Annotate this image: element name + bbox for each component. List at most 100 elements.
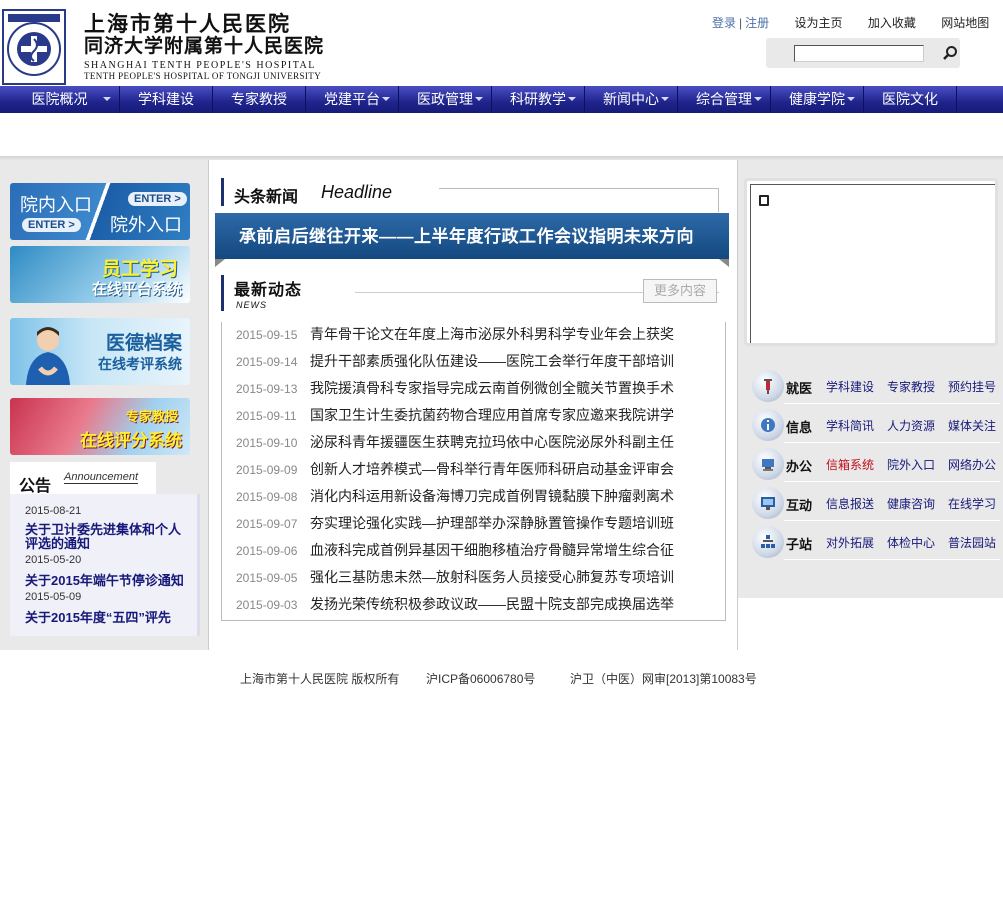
nav-item[interactable]: 专家教授 bbox=[213, 86, 306, 113]
service-link[interactable]: 媒体关注 bbox=[948, 417, 996, 434]
news-link[interactable]: 国家卫生计生委抗菌药物合理应用首席专家应邀来我院讲学 bbox=[310, 407, 674, 423]
news-item[interactable]: 2015-09-06 血液科完成首例异基因干细胞移植治疗骨髓异常增生综合征 bbox=[236, 540, 674, 560]
staff-learning-title: 员工学习 bbox=[101, 259, 178, 280]
announcement-date: 2015-05-20 bbox=[25, 554, 82, 566]
outer-entry-label[interactable]: 院外入口 bbox=[110, 211, 182, 237]
news-date: 2015-09-15 bbox=[236, 328, 298, 342]
news-item[interactable]: 2015-09-10 泌尿科青年援疆医生获聘克拉玛依中心医院泌尿外科副主任 bbox=[236, 432, 674, 452]
dropdown-arrow-icon bbox=[103, 97, 111, 101]
outer-enter-button[interactable]: ENTER > bbox=[128, 192, 187, 206]
register-link[interactable]: 注册 bbox=[745, 14, 769, 31]
add-favorite-link[interactable]: 加入收藏 bbox=[868, 14, 916, 31]
entry-banner[interactable]: 院内入口 ENTER > ENTER > 院外入口 bbox=[10, 183, 190, 240]
service-link[interactable]: 体检中心 bbox=[887, 534, 935, 551]
dropdown-arrow-icon bbox=[754, 97, 762, 101]
announcement-list[interactable]: 2015-08-21 关于卫计委先进集体和个人评选的通知 2015-05-20 … bbox=[10, 494, 200, 636]
inner-enter-button[interactable]: ENTER > bbox=[22, 218, 81, 232]
nav-item[interactable]: 医院文化 bbox=[864, 86, 957, 113]
service-row: 子站 对外拓展 体检中心 普法园站 bbox=[748, 524, 1000, 560]
search-icon[interactable] bbox=[942, 45, 958, 61]
news-date: 2015-09-13 bbox=[236, 382, 298, 396]
notice-icon bbox=[759, 195, 769, 206]
news-link[interactable]: 血液科完成首例异基因干细胞移植治疗骨髓异常增生综合征 bbox=[310, 542, 674, 558]
news-date: 2015-09-09 bbox=[236, 463, 298, 477]
nav-item[interactable]: 医院概况 bbox=[0, 86, 120, 113]
more-news-button[interactable]: 更多内容 bbox=[643, 279, 717, 303]
news-link[interactable]: 发扬光荣传统积极参政议政——民盟十院支部完成换届选举 bbox=[310, 596, 674, 612]
expert-rating-banner[interactable]: 专家教授 在线评分系统 bbox=[10, 398, 190, 455]
notice-frame bbox=[750, 184, 995, 343]
news-item[interactable]: 2015-09-05 强化三基防患未然—放射科医务人员接受心肺复苏专项培训 bbox=[236, 567, 674, 587]
icp-link[interactable]: 沪ICP备06006780号 bbox=[426, 670, 535, 687]
news-date: 2015-09-07 bbox=[236, 517, 298, 531]
inner-entry-label[interactable]: 院内入口 bbox=[20, 191, 92, 217]
service-link[interactable]: 学科建设 bbox=[826, 378, 874, 395]
service-link[interactable]: 信箱系统 bbox=[826, 456, 874, 473]
login-link[interactable]: 登录 bbox=[712, 14, 736, 31]
news-item[interactable]: 2015-09-09 创新人才培养模式—骨科举行青年医师科研启动基金评审会 bbox=[236, 459, 674, 479]
announcement-link[interactable]: 关于2015年度“五四”评先 bbox=[25, 611, 190, 625]
header-band bbox=[0, 113, 1003, 156]
news-item[interactable]: 2015-09-08 消化内科运用新设备海博刀完成首例胃镜黏膜下肿瘤剥离术 bbox=[236, 486, 674, 506]
nav-item[interactable]: 科研教学 bbox=[492, 86, 585, 113]
service-link[interactable]: 学科简讯 bbox=[826, 417, 874, 434]
service-link[interactable]: 院外入口 bbox=[887, 456, 935, 473]
news-date: 2015-09-03 bbox=[236, 598, 298, 612]
service-link[interactable]: 对外拓展 bbox=[826, 534, 874, 551]
nav-item[interactable]: 新闻中心 bbox=[585, 86, 678, 113]
search-input[interactable] bbox=[794, 45, 924, 62]
service-link[interactable]: 预约挂号 bbox=[948, 378, 996, 395]
news-link[interactable]: 提升干部素质强化队伍建设——医院工会举行年度干部培训 bbox=[310, 353, 674, 369]
service-link[interactable]: 普法园站 bbox=[948, 534, 996, 551]
news-link[interactable]: 强化三基防患未然—放射科医务人员接受心肺复苏专项培训 bbox=[310, 569, 674, 585]
hospital-logo[interactable] bbox=[2, 9, 66, 85]
news-item[interactable]: 2015-09-11 国家卫生计生委抗菌药物合理应用首席专家应邀来我院讲学 bbox=[236, 405, 674, 425]
nav-item-label: 医政管理 bbox=[417, 91, 473, 107]
news-link[interactable]: 夯实理论强化实践—护理部举办深静脉置管操作专题培训班 bbox=[310, 515, 674, 531]
service-row: 互动 信息报送 健康咨询 在线学习 bbox=[748, 485, 1000, 521]
notice-box bbox=[744, 178, 998, 346]
service-link[interactable]: 在线学习 bbox=[948, 495, 996, 512]
headline-banner[interactable]: 承前启后继往开来——上半年度行政工作会议指明未来方向 bbox=[215, 213, 729, 267]
sitemap-link[interactable]: 网站地图 bbox=[941, 14, 989, 31]
service-label: 子站 bbox=[786, 537, 813, 552]
news-link[interactable]: 创新人才培养模式—骨科举行青年医师科研启动基金评审会 bbox=[310, 461, 674, 477]
service-link[interactable]: 信息报送 bbox=[826, 495, 874, 512]
expert-rating-subtitle: 在线评分系统 bbox=[80, 431, 182, 450]
nav-item[interactable]: 医政管理 bbox=[399, 86, 492, 113]
announcement-link[interactable]: 关于卫计委先进集体和个人评选的通知 bbox=[25, 523, 190, 551]
nav-item[interactable]: 健康学院 bbox=[771, 86, 864, 113]
news-list: 2015-09-15 青年骨干论文在年度上海市泌尿外科男科学专业年会上获奖 2015… bbox=[221, 322, 726, 621]
news-title: 最新动态 bbox=[234, 282, 303, 299]
news-link[interactable]: 泌尿科青年援疆医生获聘克拉玛依中心医院泌尿外科副主任 bbox=[310, 434, 674, 450]
search-box bbox=[766, 38, 960, 68]
news-link[interactable]: 消化内科运用新设备海博刀完成首例胃镜黏膜下肿瘤剥离术 bbox=[310, 488, 674, 504]
news-date: 2015-09-05 bbox=[236, 571, 298, 585]
nurse-image bbox=[26, 327, 70, 385]
headline-text[interactable]: 承前启后继往开来——上半年度行政工作会议指明未来方向 bbox=[239, 222, 694, 247]
dropdown-arrow-icon bbox=[661, 97, 669, 101]
service-link[interactable]: 人力资源 bbox=[887, 417, 935, 434]
news-date: 2015-09-08 bbox=[236, 490, 298, 504]
nav-item[interactable]: 学科建设 bbox=[120, 86, 213, 113]
service-link[interactable]: 网络办公 bbox=[948, 456, 996, 473]
news-item[interactable]: 2015-09-14 提升干部素质强化队伍建设——医院工会举行年度干部培训 bbox=[236, 351, 674, 371]
nav-item[interactable]: 党建平台 bbox=[306, 86, 399, 113]
service-link[interactable]: 专家教授 bbox=[887, 378, 935, 395]
ethics-record-banner[interactable]: 医德档案 在线考评系统 bbox=[10, 318, 190, 385]
nav-item[interactable]: 综合管理 bbox=[678, 86, 771, 113]
service-row: 信息 学科简讯 人力资源 媒体关注 bbox=[748, 407, 1000, 443]
set-homepage-link[interactable]: 设为主页 bbox=[795, 14, 843, 31]
service-divider bbox=[784, 403, 1000, 404]
news-item[interactable]: 2015-09-07 夯实理论强化实践—护理部举办深静脉置管操作专题培训班 bbox=[236, 513, 674, 533]
news-link[interactable]: 青年骨干论文在年度上海市泌尿外科男科学专业年会上获奖 bbox=[310, 326, 674, 342]
service-link[interactable]: 健康咨询 bbox=[887, 495, 935, 512]
nav-item-label: 综合管理 bbox=[696, 91, 752, 107]
news-item[interactable]: 2015-09-03 发扬光荣传统积极参政议政——民盟十院支部完成换届选举 bbox=[236, 594, 674, 614]
staff-learning-banner[interactable]: 员工学习 在线平台系统 bbox=[10, 246, 190, 303]
news-item[interactable]: 2015-09-13 我院援滇骨科专家指导完成云南首例微创全髋关节置换手术 bbox=[236, 378, 674, 398]
news-link[interactable]: 我院援滇骨科专家指导完成云南首例微创全髋关节置换手术 bbox=[310, 380, 674, 396]
announcement-date: 2015-05-09 bbox=[25, 591, 82, 603]
news-item[interactable]: 2015-09-15 青年骨干论文在年度上海市泌尿外科男科学专业年会上获奖 bbox=[236, 324, 674, 344]
announcement-link[interactable]: 关于2015年端午节停诊通知 bbox=[25, 574, 190, 588]
